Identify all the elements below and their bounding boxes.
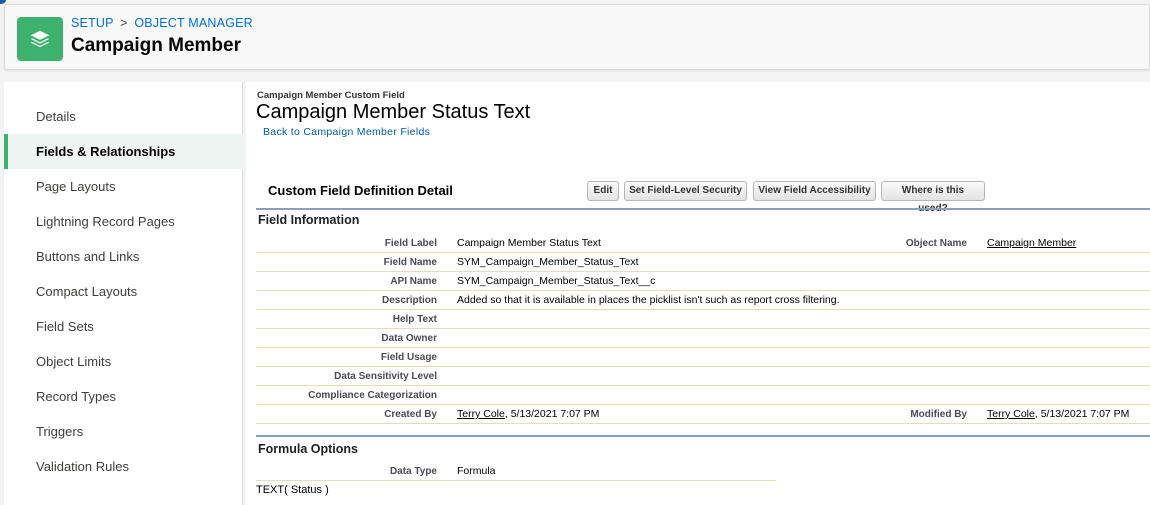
formula-options-heading: Formula Options — [258, 442, 358, 456]
table-row: Description Added so that it is availabl… — [256, 291, 1150, 310]
field-usage-label: Field Usage — [380, 352, 437, 363]
field-label-value: Campaign Member Status Text — [457, 237, 601, 249]
field-label-label: Field Label — [384, 238, 437, 249]
breadcrumb-setup[interactable]: SETUP — [71, 16, 113, 30]
sidebar-item-object-limits[interactable]: Object Limits — [4, 344, 243, 379]
data-type-label: Data Type — [389, 466, 437, 477]
created-by-user-link[interactable]: Terry Cole — [457, 408, 505, 420]
field-type-caption: Campaign Member Custom Field — [257, 90, 405, 101]
field-name-value: SYM_Campaign_Member_Status_Text — [457, 256, 639, 268]
sidebar-item-compact-layouts[interactable]: Compact Layouts — [4, 274, 243, 309]
breadcrumb-separator: > — [120, 16, 128, 30]
sidebar-item-buttons-links[interactable]: Buttons and Links — [4, 239, 243, 274]
compliance-label: Compliance Categorization — [308, 390, 437, 401]
detail-section-title: Custom Field Definition Detail — [268, 183, 453, 198]
help-text-label: Help Text — [392, 314, 437, 325]
table-row: Field Name SYM_Campaign_Member_Status_Te… — [256, 253, 1150, 272]
table-row: API Name SYM_Campaign_Member_Status_Text… — [256, 272, 1150, 291]
page-title: Campaign Member — [71, 35, 241, 56]
edit-button[interactable]: Edit — [587, 181, 619, 201]
sidebar-item-lightning-record-pages[interactable]: Lightning Record Pages — [4, 204, 243, 239]
description-value: Added so that it is available in places … — [457, 294, 840, 306]
sidebar-item-page-layouts[interactable]: Page Layouts — [4, 169, 243, 204]
description-label: Description — [381, 295, 437, 306]
api-name-value: SYM_Campaign_Member_Status_Text__c — [457, 275, 656, 287]
field-title: Campaign Member Status Text — [256, 101, 531, 123]
breadcrumb-object-manager[interactable]: OBJECT MANAGER — [134, 16, 253, 30]
sidebar-item-details[interactable]: Details — [4, 99, 243, 134]
table-row: Data Sensitivity Level — [256, 367, 1150, 386]
data-sensitivity-label: Data Sensitivity Level — [334, 371, 437, 382]
modified-by-user-link[interactable]: Terry Cole — [987, 408, 1035, 420]
modified-by-value: Terry Cole, 5/13/2021 7:07 PM — [987, 408, 1129, 420]
main-content: Campaign Member Custom Field Campaign Me… — [246, 82, 1150, 505]
section-divider — [256, 208, 1150, 210]
setup-header: SETUP > OBJECT MANAGER Campaign Member — [4, 4, 1150, 70]
table-row: Compliance Categorization — [256, 386, 1150, 405]
breadcrumb: SETUP > OBJECT MANAGER — [71, 16, 253, 30]
layers-icon — [17, 17, 63, 61]
data-owner-label: Data Owner — [381, 333, 437, 344]
table-row: Data Type Formula — [256, 462, 776, 481]
section-divider — [256, 435, 1150, 437]
sidebar-item-validation-rules[interactable]: Validation Rules — [4, 449, 243, 484]
set-field-level-security-button[interactable]: Set Field-Level Security — [624, 181, 747, 201]
created-by-date: , 5/13/2021 7:07 PM — [504, 408, 600, 420]
sidebar-item-triggers[interactable]: Triggers — [4, 414, 243, 449]
modified-by-label: Modified By — [910, 409, 967, 420]
created-by-label: Created By — [384, 409, 437, 420]
page: SETUP > OBJECT MANAGER Campaign Member D… — [0, 0, 1150, 505]
table-row: Created By Terry Cole, 5/13/2021 7:07 PM… — [256, 405, 1150, 424]
sidebar-item-field-sets[interactable]: Field Sets — [4, 309, 243, 344]
sidebar-item-fields-relationships[interactable]: Fields & Relationships — [4, 134, 243, 169]
sidebar: Details Fields & Relationships Page Layo… — [4, 82, 243, 505]
data-type-value: Formula — [457, 465, 496, 477]
formula-text: TEXT( Status ) — [256, 484, 329, 496]
sidebar-item-record-types[interactable]: Record Types — [4, 379, 243, 414]
view-field-accessibility-button[interactable]: View Field Accessibility — [753, 181, 876, 201]
object-name-link[interactable]: Campaign Member — [987, 237, 1076, 249]
table-row: Help Text — [256, 310, 1150, 329]
table-row: Field Usage — [256, 348, 1150, 367]
table-row: Data Owner — [256, 329, 1150, 348]
object-name-label: Object Name — [905, 238, 967, 249]
where-is-this-used-button[interactable]: Where is this used? — [881, 181, 985, 214]
modified-by-date: , 5/13/2021 7:07 PM — [1034, 408, 1130, 420]
table-row: Field Label Campaign Member Status Text … — [256, 234, 1150, 253]
field-information-heading: Field Information — [258, 213, 360, 227]
created-by-value: Terry Cole, 5/13/2021 7:07 PM — [457, 408, 599, 420]
field-name-label: Field Name — [383, 257, 437, 268]
back-to-fields-link[interactable]: Back to Campaign Member Fields — [263, 126, 430, 138]
api-name-label: API Name — [390, 276, 437, 287]
